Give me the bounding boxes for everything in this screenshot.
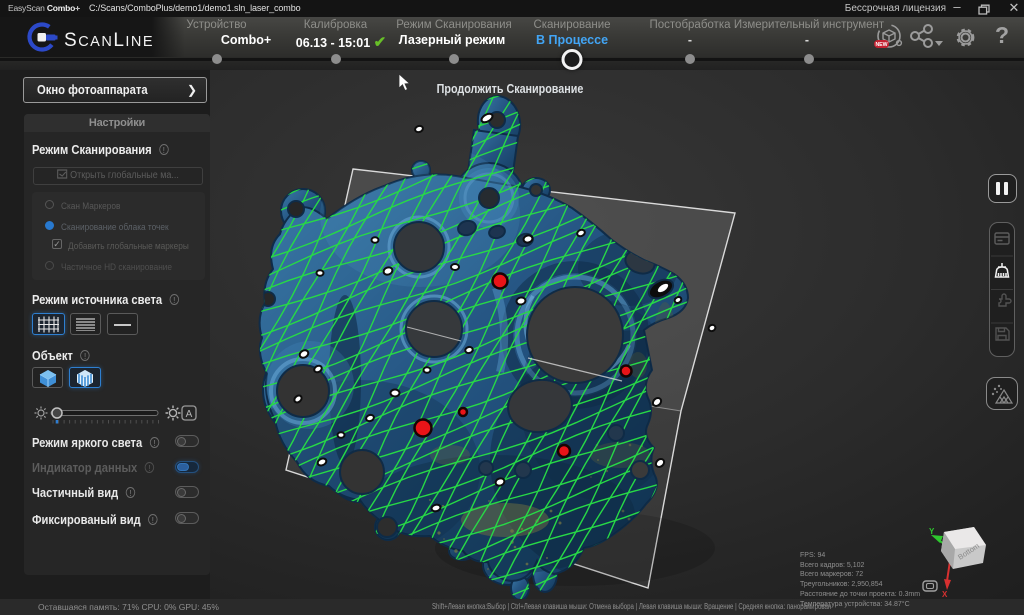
- svg-text:A: A: [186, 409, 193, 420]
- svg-text:NEW: NEW: [875, 42, 887, 48]
- svg-text:SCANLINE: SCANLINE: [64, 30, 154, 51]
